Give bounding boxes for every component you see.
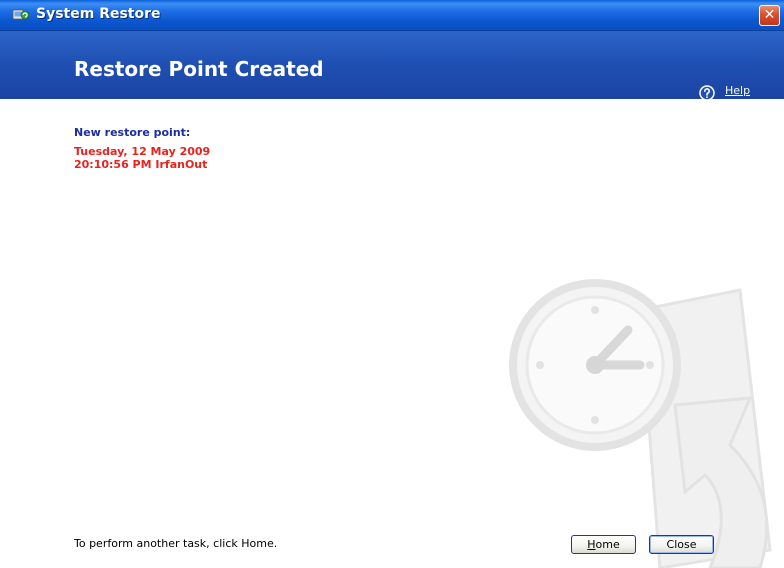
title-bar[interactable]: System Restore ✕	[0, 0, 784, 31]
help-link[interactable]: Help	[725, 84, 750, 97]
restore-point-label: New restore point:	[74, 126, 191, 139]
page-title: Restore Point Created	[74, 57, 324, 81]
restore-point-date: Tuesday, 12 May 2009	[74, 145, 211, 158]
clock-arrow-watermark-icon	[509, 279, 772, 568]
window-close-button[interactable]: ✕	[759, 5, 780, 26]
close-button[interactable]: Close	[649, 535, 714, 554]
window-title: System Restore	[36, 6, 161, 22]
question-circle-icon[interactable]	[699, 85, 715, 101]
system-restore-app-icon	[12, 9, 30, 20]
close-icon: ✕	[763, 7, 776, 23]
footer-hint-text: To perform another task, click Home.	[74, 537, 278, 550]
home-button[interactable]: Home	[571, 535, 636, 554]
header-banner: Restore Point Created Help	[0, 31, 784, 101]
restore-point-time-name: 20:10:56 PM IrfanOut	[74, 158, 208, 171]
system-restore-window: System Restore ✕ Restore Point Created H…	[0, 0, 784, 568]
